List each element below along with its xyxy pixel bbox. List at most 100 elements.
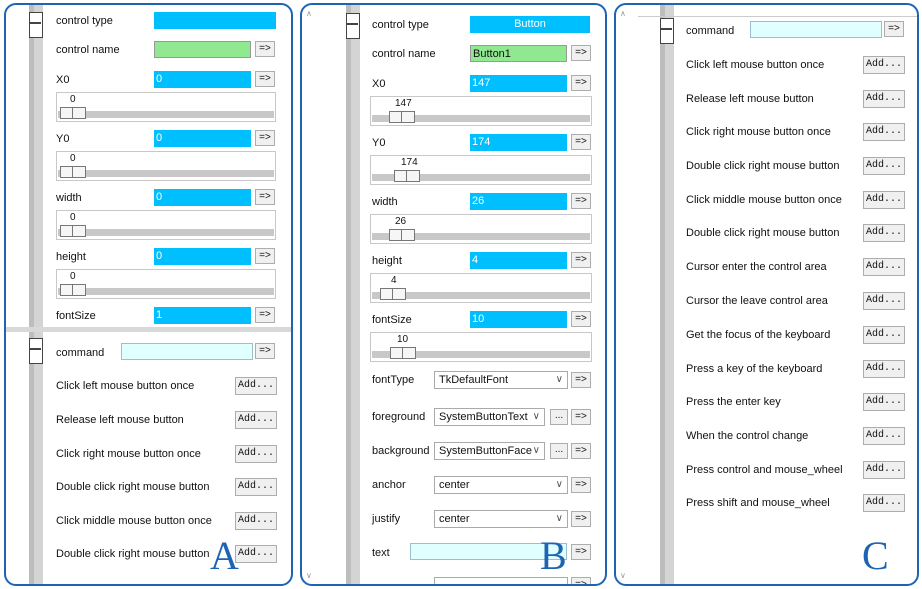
chevron-down-icon[interactable]: ∨ — [556, 477, 563, 493]
x0-field[interactable]: 0 — [154, 71, 251, 88]
y0-slider-thumb[interactable] — [60, 166, 86, 178]
event-label: Double click right mouse button — [56, 481, 210, 493]
apply-fontsize-button[interactable]: => — [571, 311, 591, 327]
width-slider[interactable]: 0 — [56, 210, 276, 240]
apply-command-button[interactable]: => — [884, 21, 904, 37]
anchor-select[interactable]: center ∨ — [434, 476, 568, 494]
chevron-down-icon[interactable]: ∨ — [556, 511, 563, 527]
add-event-button[interactable]: Add... — [235, 478, 277, 496]
foreground-picker-button[interactable]: ... — [550, 409, 568, 425]
control-type-field[interactable] — [154, 12, 276, 29]
apply-background-button[interactable]: => — [571, 443, 591, 459]
add-event-button[interactable]: Add... — [863, 258, 905, 276]
apply-fonttype-button[interactable]: => — [571, 372, 591, 388]
command-field[interactable] — [121, 343, 253, 360]
control-name-field[interactable]: Button1 — [470, 45, 567, 62]
y0-slider[interactable]: 0 — [56, 151, 276, 181]
scroll-down-icon[interactable]: ∨ — [306, 571, 312, 580]
y0-slider-thumb[interactable] — [394, 170, 420, 182]
apply-name-button[interactable]: => — [571, 45, 591, 61]
apply-x0-button[interactable]: => — [255, 71, 275, 87]
width-field[interactable]: 0 — [154, 189, 251, 206]
scroll-down-icon[interactable]: ∨ — [620, 571, 626, 580]
fontsize-label: fontSize — [56, 310, 96, 322]
command-label: command — [686, 25, 735, 37]
height-slider-thumb[interactable] — [60, 284, 86, 296]
height-field[interactable]: 4 — [470, 252, 567, 269]
chevron-down-icon[interactable]: ∨ — [556, 372, 563, 388]
panel-c: ∧ ∨ command => Click left mouse button o… — [614, 3, 919, 586]
add-event-button[interactable]: Add... — [863, 90, 905, 108]
apply-justify-button[interactable]: => — [571, 511, 591, 527]
chevron-down-icon[interactable]: ∨ — [533, 443, 540, 459]
y0-field[interactable]: 174 — [470, 134, 567, 151]
justify-label: justify — [372, 513, 401, 525]
add-event-button[interactable]: Add... — [235, 411, 277, 429]
control-type-field[interactable]: Button — [470, 16, 590, 33]
apply-y0-button[interactable]: => — [571, 134, 591, 150]
control-name-field[interactable] — [154, 41, 251, 58]
add-event-button[interactable]: Add... — [235, 377, 277, 395]
scroll-up-icon[interactable]: ∧ — [306, 9, 312, 18]
apply-width-button[interactable]: => — [571, 193, 591, 209]
foreground-select[interactable]: SystemButtonText ∨ — [434, 408, 545, 426]
add-event-button[interactable]: Add... — [235, 512, 277, 530]
command-field[interactable] — [750, 21, 882, 38]
add-event-button[interactable]: Add... — [235, 545, 277, 563]
add-event-button[interactable]: Add... — [863, 224, 905, 242]
apply-height-button[interactable]: => — [571, 252, 591, 268]
fontsize-slider-thumb[interactable] — [390, 347, 416, 359]
y0-field[interactable]: 0 — [154, 130, 251, 147]
apply-foreground-button[interactable]: => — [571, 409, 591, 425]
height-field[interactable]: 0 — [154, 248, 251, 265]
apply-fontsize-button[interactable]: => — [255, 307, 275, 323]
apply-y0-button[interactable]: => — [255, 130, 275, 146]
add-event-button[interactable]: Add... — [863, 123, 905, 141]
width-slider[interactable]: 26 — [370, 214, 592, 244]
event-label: Click left mouse button once — [56, 380, 195, 392]
background-select[interactable]: SystemButtonFace ∨ — [434, 442, 545, 460]
height-slider[interactable]: 4 — [370, 273, 592, 303]
apply-partial-button[interactable]: => — [571, 577, 591, 584]
background-picker-button[interactable]: ... — [550, 443, 568, 459]
fontsize-field[interactable]: 1 — [154, 307, 251, 324]
height-slider[interactable]: 0 — [56, 269, 276, 299]
add-event-button[interactable]: Add... — [863, 494, 905, 512]
height-slider-thumb[interactable] — [380, 288, 406, 300]
apply-x0-button[interactable]: => — [571, 75, 591, 91]
add-event-button[interactable]: Add... — [863, 461, 905, 479]
x0-slider-thumb[interactable] — [389, 111, 415, 123]
pane-divider[interactable] — [6, 327, 291, 332]
add-event-button[interactable]: Add... — [863, 191, 905, 209]
width-slider-thumb[interactable] — [60, 225, 86, 237]
apply-text-button[interactable]: => — [571, 544, 591, 560]
add-event-button[interactable]: Add... — [863, 157, 905, 175]
panel-letter: B — [540, 533, 567, 578]
fontsize-slider[interactable]: 10 — [370, 332, 592, 362]
y0-slider[interactable]: 174 — [370, 155, 592, 185]
fonttype-select[interactable]: TkDefaultFont ∨ — [434, 371, 568, 389]
add-event-button[interactable]: Add... — [863, 427, 905, 445]
width-slider-thumb[interactable] — [389, 229, 415, 241]
apply-name-button[interactable]: => — [255, 41, 275, 57]
event-label: Double click right mouse button — [686, 227, 840, 239]
apply-command-button[interactable]: => — [255, 343, 275, 359]
add-event-button[interactable]: Add... — [863, 292, 905, 310]
x0-slider[interactable]: 0 — [56, 92, 276, 122]
chevron-down-icon[interactable]: ∨ — [533, 409, 540, 425]
add-event-button[interactable]: Add... — [863, 326, 905, 344]
width-field[interactable]: 26 — [470, 193, 567, 210]
add-event-button[interactable]: Add... — [235, 445, 277, 463]
apply-width-button[interactable]: => — [255, 189, 275, 205]
fontsize-field[interactable]: 10 — [470, 311, 567, 328]
x0-slider[interactable]: 147 — [370, 96, 592, 126]
x0-field[interactable]: 147 — [470, 75, 567, 92]
x0-slider-thumb[interactable] — [60, 107, 86, 119]
add-event-button[interactable]: Add... — [863, 56, 905, 74]
add-event-button[interactable]: Add... — [863, 360, 905, 378]
apply-anchor-button[interactable]: => — [571, 477, 591, 493]
apply-height-button[interactable]: => — [255, 248, 275, 264]
add-event-button[interactable]: Add... — [863, 393, 905, 411]
justify-select[interactable]: center ∨ — [434, 510, 568, 528]
scroll-up-icon[interactable]: ∧ — [620, 9, 626, 18]
